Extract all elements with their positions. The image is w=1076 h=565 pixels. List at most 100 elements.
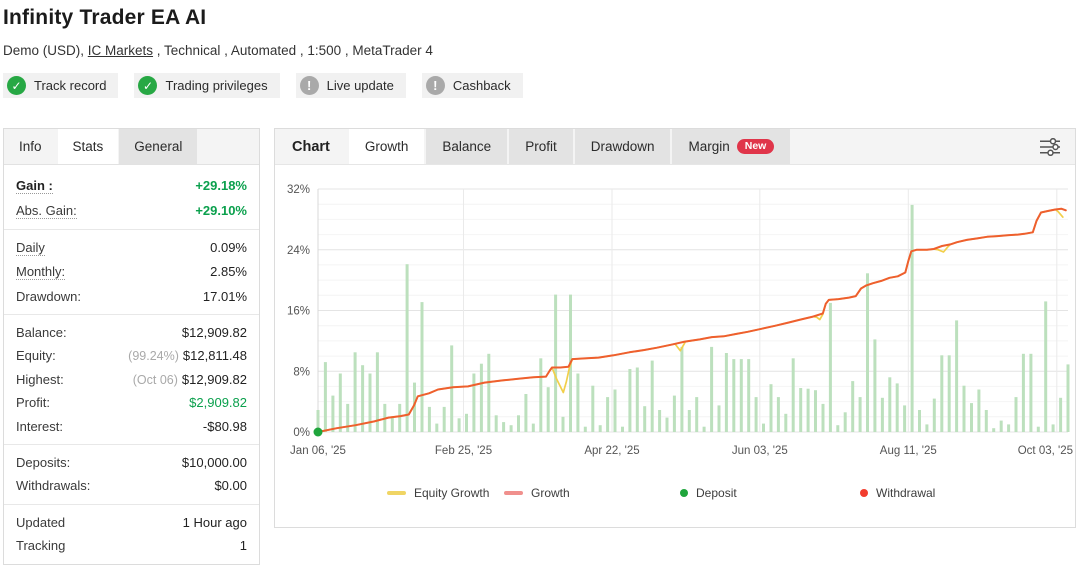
tab-general[interactable]: General: [119, 129, 198, 164]
stat-note: (Oct 06): [132, 372, 178, 387]
chart-tabs: Chart Growth Balance Profit Drawdown Mar…: [275, 129, 1075, 165]
stat-row-drawdown: Drawdown: 17.01%: [16, 285, 247, 308]
daily-gain-bar: [784, 413, 788, 432]
daily-gain-bar: [450, 345, 454, 432]
daily-gain-bar: [353, 352, 357, 432]
deposit-dot-icon: [680, 489, 688, 497]
badge-track-record[interactable]: ✓ Track record: [3, 73, 119, 98]
stat-label: Profit:: [16, 395, 50, 411]
sliders-icon: [1040, 137, 1060, 156]
deposit-marker: [313, 427, 323, 437]
daily-gain-bar: [739, 359, 743, 432]
tab-profit[interactable]: Profit: [509, 129, 573, 164]
daily-gain-bar: [1036, 426, 1040, 432]
stat-label[interactable]: Monthly:: [16, 264, 66, 281]
daily-gain-bar: [465, 413, 468, 432]
daily-gain-bar: [420, 302, 424, 432]
badge-trading-privileges[interactable]: ✓ Trading privileges: [134, 73, 280, 98]
page-title: Infinity Trader EA AI: [3, 6, 207, 29]
daily-gain-bar: [799, 388, 803, 432]
broker-link[interactable]: IC Markets: [88, 43, 153, 58]
daily-gain-bar: [710, 346, 714, 432]
tab-balance[interactable]: Balance: [426, 129, 508, 164]
daily-gain-bar: [873, 339, 877, 432]
growth-chart: 0% 8% 16% 24% 32% Jan 06, '25 Feb 25, '25 Apr 2…: [287, 184, 1073, 457]
daily-gain-bar: [836, 425, 840, 432]
legend-withdrawal[interactable]: Withdrawal: [860, 486, 935, 500]
daily-gain-bar: [621, 426, 624, 432]
badge-label: Track record: [34, 78, 107, 93]
stat-label: Interest:: [16, 418, 63, 434]
divider: [4, 443, 259, 445]
page: Infinity Trader EA AI Demo (USD), IC Mar…: [0, 0, 1076, 565]
daily-gain-bar: [858, 397, 862, 432]
daily-gain-bar: [754, 397, 758, 432]
stat-label: Tracking: [16, 538, 66, 554]
exclamation-icon: !: [425, 76, 445, 95]
stat-row-deposits: Deposits: $10,000.00: [16, 451, 247, 474]
chart-settings-button[interactable]: [1040, 129, 1075, 164]
stat-row-updated: Updated 1 Hour ago: [16, 511, 247, 534]
x-tick-label: Oct 03, '25: [1018, 445, 1073, 457]
stat-value: 1: [239, 538, 247, 554]
stats-panel-tabs: Info Stats General: [4, 129, 259, 165]
legend-label: Deposit: [696, 486, 737, 500]
daily-gain-bar: [843, 412, 847, 432]
stat-row-daily: Daily 0.09%: [16, 236, 247, 260]
daily-gain-bar: [405, 264, 409, 432]
tab-info[interactable]: Info: [4, 129, 57, 164]
badge-label: Live update: [326, 78, 394, 93]
daily-gain-bar: [561, 416, 565, 432]
tab-margin-label: Margin: [688, 139, 730, 154]
chart-panel-label: Chart: [292, 138, 330, 155]
tab-drawdown[interactable]: Drawdown: [574, 129, 671, 164]
daily-gain-bar: [650, 360, 654, 432]
page-header: Infinity Trader EA AI Demo (USD), IC Mar…: [3, 6, 1076, 98]
stat-label[interactable]: Abs. Gain:: [16, 203, 77, 219]
stat-note: (99.24%): [128, 349, 179, 364]
stat-label: Balance:: [16, 325, 67, 341]
daily-gain-bar: [1014, 397, 1018, 432]
daily-gain-bar: [606, 397, 610, 432]
stat-row-balance: Balance: $12,909.82: [16, 321, 247, 344]
daily-gain-bar: [472, 373, 476, 432]
daily-gain-bar: [502, 422, 506, 432]
exclamation-icon: !: [299, 76, 319, 95]
stat-row-tracking: Tracking 1: [16, 534, 247, 557]
tab-margin[interactable]: Margin New: [672, 129, 791, 164]
daily-gain-bar: [851, 381, 855, 432]
daily-gain-bar: [427, 406, 431, 432]
chart-legend: Equity Growth Growth Deposit Withdrawal: [275, 486, 1075, 500]
stat-label[interactable]: Daily: [16, 240, 45, 256]
daily-gain-bar: [702, 426, 706, 432]
daily-gain-bar: [932, 398, 936, 432]
divider: [4, 503, 259, 505]
daily-gain-bar: [717, 405, 721, 432]
daily-gain-bar: [1029, 353, 1033, 432]
stat-label[interactable]: Gain :: [16, 178, 53, 195]
growth-line: [317, 207, 1067, 433]
x-tick-label: Apr 22, '25: [584, 445, 639, 457]
legend-growth[interactable]: Growth: [504, 486, 680, 500]
tab-stats[interactable]: Stats: [57, 129, 119, 164]
daily-gain-bar: [435, 423, 439, 432]
daily-gain-bar: [903, 405, 907, 432]
account-details: , Technical , Automated , 1:500 , MetaTr…: [153, 43, 433, 58]
daily-gain-bar: [591, 385, 595, 432]
daily-gain-bar: [613, 389, 617, 432]
stat-row-withdrawals: Withdrawals: $0.00: [16, 474, 247, 497]
daily-gain-bar: [635, 367, 639, 432]
stat-value: (99.24%) $12,811.48: [128, 348, 247, 363]
daily-gain-bar: [724, 353, 728, 432]
stat-amount: $12,909.82: [181, 371, 247, 387]
divider: [4, 228, 259, 230]
tab-growth[interactable]: Growth: [348, 129, 425, 164]
legend-equity-growth[interactable]: Equity Growth: [387, 486, 504, 500]
daily-gain-bar: [791, 358, 795, 432]
legend-deposit[interactable]: Deposit: [680, 486, 860, 500]
badge-cashback[interactable]: ! Cashback: [421, 73, 523, 98]
daily-gain-bar: [442, 406, 446, 432]
badge-live-update[interactable]: ! Live update: [295, 73, 406, 98]
stat-value: +29.10%: [195, 202, 247, 218]
daily-gain-bar: [323, 362, 327, 432]
